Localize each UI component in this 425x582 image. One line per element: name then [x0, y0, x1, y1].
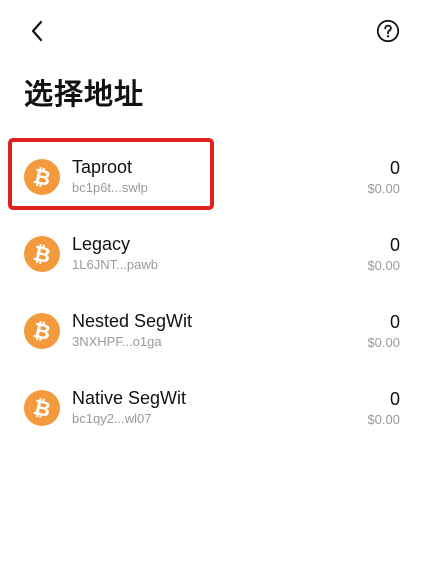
address-string: bc1qy2...wl07 — [72, 411, 152, 426]
balance-amount: 0 — [389, 158, 400, 178]
address-type-name: Nested SegWit — [72, 311, 193, 331]
address-type-name: Native SegWit — [72, 388, 187, 408]
address-item-legacy[interactable]: ₿ Legacy 1L6JNT...pawb 0 $0.00 — [0, 214, 425, 291]
fiat-value: $0.00 — [367, 181, 400, 196]
address-item-native-segwit[interactable]: ₿ Native SegWit bc1qy2...wl07 0 $0.00 — [0, 368, 425, 445]
address-item-taproot[interactable]: ₿ Taproot bc1p6t...swlp 0 $0.00 — [0, 137, 425, 214]
balance-amount: 0 — [389, 389, 400, 409]
address-string: 1L6JNT...pawb — [72, 257, 158, 272]
bitcoin-icon: ₿ — [24, 159, 60, 195]
top-bar — [0, 0, 425, 62]
address-type-name: Legacy — [72, 234, 131, 254]
back-button[interactable] — [22, 16, 52, 46]
fiat-value: $0.00 — [367, 335, 400, 350]
bitcoin-icon: ₿ — [24, 313, 60, 349]
address-string: bc1p6t...swlp — [72, 180, 148, 195]
balance-amount: 0 — [389, 235, 400, 255]
chevron-left-icon — [31, 20, 43, 42]
page-title: 选择地址 — [24, 77, 145, 111]
address-list: ₿ Taproot bc1p6t...swlp 0 $0.00 ₿ Legacy… — [0, 137, 425, 445]
bitcoin-icon: ₿ — [24, 390, 60, 426]
address-type-name: Taproot — [72, 157, 133, 177]
question-circle-icon — [376, 19, 400, 43]
help-button[interactable] — [374, 17, 402, 45]
address-item-nested-segwit[interactable]: ₿ Nested SegWit 3NXHPF...o1ga 0 $0.00 — [0, 291, 425, 368]
fiat-value: $0.00 — [367, 412, 400, 427]
balance-amount: 0 — [389, 312, 400, 332]
fiat-value: $0.00 — [367, 258, 400, 273]
bitcoin-icon: ₿ — [24, 236, 60, 272]
address-string: 3NXHPF...o1ga — [72, 334, 162, 349]
